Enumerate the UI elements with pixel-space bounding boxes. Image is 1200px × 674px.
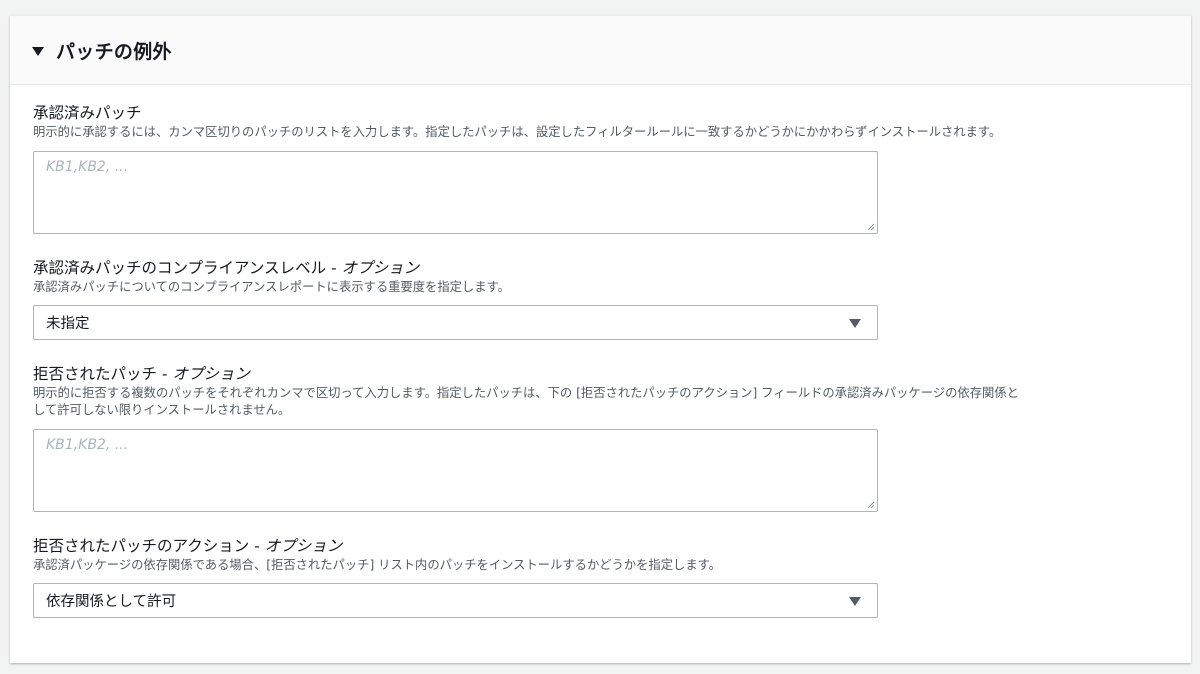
rejected-patches-description-line2: して許可しない限りインストールされません。 <box>33 403 291 417</box>
rejected-patches-placeholder: KB1,KB2, ... <box>46 437 129 453</box>
dropdown-caret-icon <box>849 319 861 328</box>
approved-patches-field: 承認済みパッチ 明示的に承認するには、カンマ区切りのパッチのリストを入力します。… <box>33 103 1001 141</box>
approved-compliance-value: 未指定 <box>46 316 90 332</box>
rejected-action-label: 拒否されたパッチのアクション - オプション <box>33 537 343 555</box>
approved-patches-description: 明示的に承認するには、カンマ区切りのパッチのリストを入力します。指定したパッチは… <box>33 125 1002 139</box>
resize-handle-icon[interactable] <box>867 501 875 509</box>
rejected-patches-field: 拒否されたパッチ - オプション 明示的に拒否する複数のパッチをそれぞれカンマで… <box>33 364 1019 419</box>
rejected-action-value: 依存関係として許可 <box>46 594 177 610</box>
approved-patches-placeholder: KB1,KB2, ... <box>46 159 129 175</box>
approved-compliance-select[interactable]: 未指定 <box>33 305 878 340</box>
caret-down-icon[interactable] <box>32 46 44 56</box>
rejected-action-field: 拒否されたパッチのアクション - オプション 承認済パッケージの依存関係である場… <box>33 536 721 574</box>
dropdown-caret-icon <box>849 597 861 606</box>
approved-compliance-description: 承認済みパッチについてのコンプライアンスレポートに表示する重要度を指定します。 <box>33 280 510 294</box>
rejected-action-description: 承認済パッケージの依存関係である場合、[拒否されたパッチ] リスト内のパッチをイ… <box>33 558 721 572</box>
rejected-patches-label: 拒否されたパッチ - オプション <box>33 365 250 383</box>
rejected-patches-description-line1: 明示的に拒否する複数のパッチをそれぞれカンマで区切って入力します。指定したパッチ… <box>33 386 1019 400</box>
rejected-action-select[interactable]: 依存関係として許可 <box>33 583 878 618</box>
approved-compliance-label: 承認済みパッチのコンプライアンスレベル - オプション <box>33 259 420 277</box>
approved-patches-input[interactable]: KB1,KB2, ... <box>33 151 878 234</box>
rejected-patches-input[interactable]: KB1,KB2, ... <box>33 429 878 512</box>
section-header[interactable]: パッチの例外 <box>10 16 1191 85</box>
approved-patches-label: 承認済みパッチ <box>33 104 142 122</box>
approved-compliance-field: 承認済みパッチのコンプライアンスレベル - オプション 承認済みパッチについての… <box>33 258 510 296</box>
resize-handle-icon[interactable] <box>867 223 875 231</box>
patch-exceptions-panel: パッチの例外 承認済みパッチ 明示的に承認するには、カンマ区切りのパッチのリスト… <box>10 15 1191 663</box>
section-title: パッチの例外 <box>56 40 172 63</box>
